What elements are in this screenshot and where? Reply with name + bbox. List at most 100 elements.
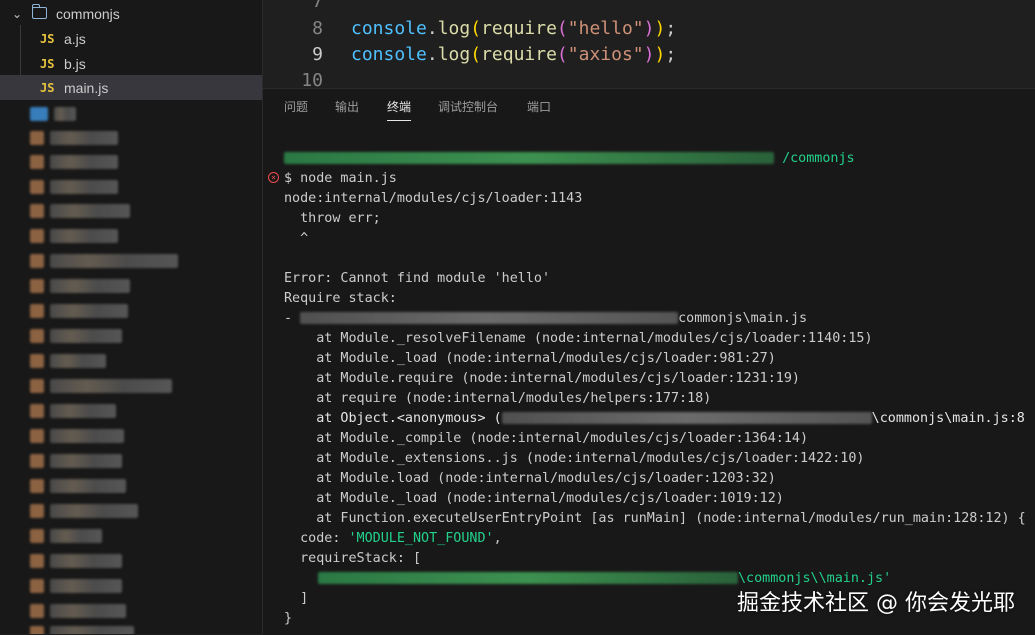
- terminal-trace-line: at Module._extensions..js (node:internal…: [284, 451, 865, 466]
- redacted-icon: [30, 329, 44, 343]
- tab-ports[interactable]: 端口: [527, 98, 551, 120]
- line-number: 7: [312, 0, 323, 12]
- redacted-entry[interactable]: [50, 180, 118, 194]
- redacted-entry[interactable]: [50, 404, 116, 418]
- redacted-entry[interactable]: [50, 204, 130, 218]
- terminal-path-line: /commonjs: [284, 149, 1035, 169]
- file-label: a.js: [64, 30, 86, 47]
- redacted-entry[interactable]: [50, 229, 118, 243]
- redacted-path: [284, 152, 774, 164]
- redacted-entry[interactable]: [50, 279, 130, 293]
- redacted-entry[interactable]: [50, 329, 122, 343]
- redacted-entry[interactable]: [50, 626, 134, 634]
- redacted-icon: [30, 229, 44, 243]
- redacted-entry[interactable]: [50, 155, 118, 169]
- tab-debug-console[interactable]: 调试控制台: [438, 98, 498, 120]
- redacted-entry[interactable]: [50, 504, 138, 518]
- redacted-icon: [30, 254, 44, 268]
- terminal-line: requireStack: [: [284, 551, 422, 566]
- redacted-icon: [30, 604, 44, 618]
- folder-icon: [31, 4, 47, 19]
- chevron-down-icon: ⌄: [11, 6, 23, 21]
- terminal-trace-line: at Function.executeUserEntryPoint [as ru…: [284, 511, 1026, 526]
- watermark: 掘金技术社区 @ 你会发光耶: [737, 591, 1015, 616]
- redacted-entry[interactable]: [50, 604, 126, 618]
- code-editor[interactable]: 7 8 console.log(require("hello")); 9 con…: [263, 0, 1035, 88]
- terminal-line: node:internal/modules/cjs/loader:1143: [284, 191, 583, 206]
- redacted-icon: [30, 204, 44, 218]
- terminal-trace-line: at Module._load (node:internal/modules/c…: [284, 351, 776, 366]
- tab-problems[interactable]: 问题: [284, 98, 308, 120]
- file-label: b.js: [64, 55, 86, 72]
- js-file-icon: JS: [40, 31, 55, 46]
- redacted-icon: [30, 379, 44, 393]
- tab-output[interactable]: 输出: [335, 98, 359, 120]
- redacted-entry[interactable]: [50, 429, 124, 443]
- redacted-icon: [30, 279, 44, 293]
- terminal-trace-line: at Object.<anonymous> (\commonjs\main.js…: [284, 411, 1025, 426]
- tree-folder-commonjs[interactable]: ⌄ commonjs: [0, 1, 262, 26]
- explorer-sidebar: ⌄ commonjs JS a.js JS b.js JS main.js: [0, 0, 263, 634]
- terminal-line: Error: Cannot find module 'hello': [284, 271, 551, 286]
- bottom-panel: 问题 输出 终端 调试控制台 端口 /commonjs × $ node main…: [263, 88, 1035, 635]
- redacted-path: [318, 572, 738, 584]
- redacted-icon: [30, 579, 44, 593]
- code-text: console.log(require("hello"));: [351, 17, 677, 39]
- tree-file-a[interactable]: JS a.js: [0, 26, 262, 51]
- code-line[interactable]: 7: [263, 0, 323, 14]
- redacted-entry[interactable]: [50, 354, 106, 368]
- terminal-trace-line: at Module._resolveFilename (node:interna…: [284, 331, 873, 346]
- tab-terminal[interactable]: 终端: [387, 98, 412, 121]
- code-line-current[interactable]: 9 console.log(require("axios"));: [263, 41, 676, 67]
- redacted-icon: [30, 429, 44, 443]
- redacted-icon: [30, 131, 44, 145]
- redacted-icon: [30, 626, 44, 634]
- tree-file-b[interactable]: JS b.js: [0, 51, 262, 76]
- redacted-path: [300, 312, 679, 324]
- redacted-icon: [30, 107, 48, 121]
- redacted-entry[interactable]: [50, 379, 172, 393]
- redacted-icon: [30, 304, 44, 318]
- line-number: 8: [312, 17, 323, 39]
- redacted-entry[interactable]: [50, 454, 122, 468]
- terminal-line: throw err;: [284, 211, 381, 226]
- redacted-entry[interactable]: [50, 529, 102, 543]
- error-circle-icon: ×: [268, 172, 279, 183]
- folder-label: commonjs: [56, 5, 120, 22]
- redacted-entry[interactable]: [50, 131, 118, 145]
- redacted-entry[interactable]: [50, 579, 122, 593]
- terminal-trace-line: at Module._load (node:internal/modules/c…: [284, 491, 784, 506]
- terminal-trace-line: at Module.require (node:internal/modules…: [284, 371, 800, 386]
- redacted-icon: [30, 404, 44, 418]
- redacted-entry[interactable]: [50, 254, 178, 268]
- redacted-icon: [30, 479, 44, 493]
- terminal-trace-line: at Module.load (node:internal/modules/cj…: [284, 471, 776, 486]
- line-number: 10: [301, 69, 323, 89]
- js-file-icon: JS: [40, 80, 55, 95]
- redacted-path: [501, 412, 872, 424]
- redacted-icon: [30, 454, 44, 468]
- redacted-icon: [30, 155, 44, 169]
- code-text: console.log(require("axios"));: [351, 43, 677, 65]
- terminal-output[interactable]: /commonjs × $ node main.js node:internal/…: [268, 149, 1035, 629]
- redacted-entry[interactable]: [50, 479, 126, 493]
- terminal-stack-entry: - commonjs\main.js: [284, 311, 808, 326]
- redacted-entry[interactable]: [50, 304, 128, 318]
- redacted-entry[interactable]: [54, 107, 76, 121]
- code-line[interactable]: 10: [263, 67, 323, 89]
- redacted-icon: [30, 554, 44, 568]
- terminal-trace-line: at require (node:internal/modules/helper…: [284, 391, 712, 406]
- terminal-trace-line: at Module._compile (node:internal/module…: [284, 431, 809, 446]
- line-number: 9: [312, 43, 323, 65]
- redacted-icon: [30, 180, 44, 194]
- redacted-icon: [30, 529, 44, 543]
- panel-tabs: 问题 输出 终端 调试控制台 端口: [263, 89, 1035, 121]
- tree-file-main[interactable]: JS main.js: [0, 75, 262, 100]
- file-label: main.js: [64, 79, 109, 96]
- js-file-icon: JS: [40, 56, 55, 71]
- terminal-line: ^: [284, 231, 309, 246]
- code-line[interactable]: 8 console.log(require("hello"));: [263, 15, 676, 41]
- terminal-code-line: code: 'MODULE_NOT_FOUND',: [284, 531, 502, 546]
- redacted-entry[interactable]: [50, 554, 122, 568]
